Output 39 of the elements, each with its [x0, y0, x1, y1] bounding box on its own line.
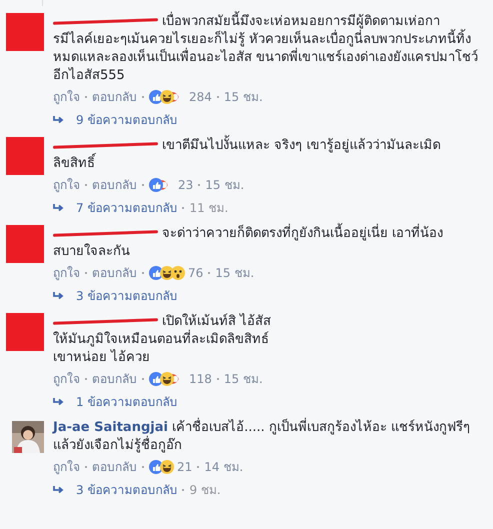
view-replies-link[interactable]: 7 ข้อความตอบกลับ: [76, 199, 178, 217]
view-replies-link[interactable]: 3 ข้อความตอบกลับ: [76, 287, 178, 305]
reply-arrow-icon: [53, 486, 64, 494]
comment-text: เปิดให้เม้นท์สิ ไอ้สัส ให้มันภูมิใจเหมือนตอนที่ละเมิดลิขสิทธ์ เขาหน่อย ไอ้ควย: [53, 314, 272, 365]
comment-time: 15 ชม.: [224, 89, 263, 106]
reply-arrow-icon: [53, 292, 64, 300]
like-link[interactable]: ถูกใจ: [53, 458, 80, 476]
reaction-count: 118: [189, 371, 212, 388]
reply-arrow-icon: [53, 204, 64, 212]
laughing-face-icon: [160, 460, 174, 474]
reply-time: 9 ชม.: [189, 482, 221, 499]
view-replies-link[interactable]: 3 ข้อความตอบกลับ: [76, 481, 178, 499]
reply-link[interactable]: ตอบกลับ: [92, 264, 137, 282]
like-link[interactable]: ถูกใจ: [53, 176, 80, 194]
reply-link[interactable]: ตอบกลับ: [92, 370, 137, 388]
reply-link[interactable]: ตอบกลับ: [92, 176, 137, 194]
surprised-face-icon: [171, 266, 185, 280]
comment-time: 15 ชม.: [215, 265, 254, 282]
reply-arrow-icon: [53, 398, 64, 406]
like-link[interactable]: ถูกใจ: [53, 264, 80, 282]
reply-link[interactable]: ตอบกลับ: [92, 88, 137, 106]
comment-text: Ja-ae Saitangjai เค้าชื่อเบสไอ้..... กูเป็นพี่เบสกูร้องไห้อะ แชร์หนังกูฟรีๆ แล้วยังเจือกไม่รู้ชื่อกูอ๊ก: [53, 420, 470, 453]
reply-arrow-icon: [53, 116, 64, 124]
reaction-count: 23: [178, 177, 194, 194]
like-icon: [149, 178, 163, 192]
laughing-face-icon: [160, 90, 174, 104]
reaction-count: 21: [177, 459, 192, 476]
reaction-count: 76: [188, 265, 204, 282]
like-link[interactable]: ถูกใจ: [53, 370, 80, 388]
reply-link[interactable]: ตอบกลับ: [92, 458, 137, 476]
reply-time: 11 ชม.: [189, 200, 228, 217]
comment-time: 15 ชม.: [205, 177, 244, 194]
comment-time: 14 ชม.: [204, 459, 244, 476]
reaction-count: 284: [189, 89, 212, 106]
laughing-face-icon: [160, 372, 174, 386]
comment-time: 15 ชม.: [224, 371, 263, 388]
like-link[interactable]: ถูกใจ: [53, 88, 80, 106]
view-replies-link[interactable]: 1 ข้อความตอบกลับ: [76, 393, 178, 411]
view-replies-link[interactable]: 9 ข้อความตอบกลับ: [76, 111, 178, 129]
